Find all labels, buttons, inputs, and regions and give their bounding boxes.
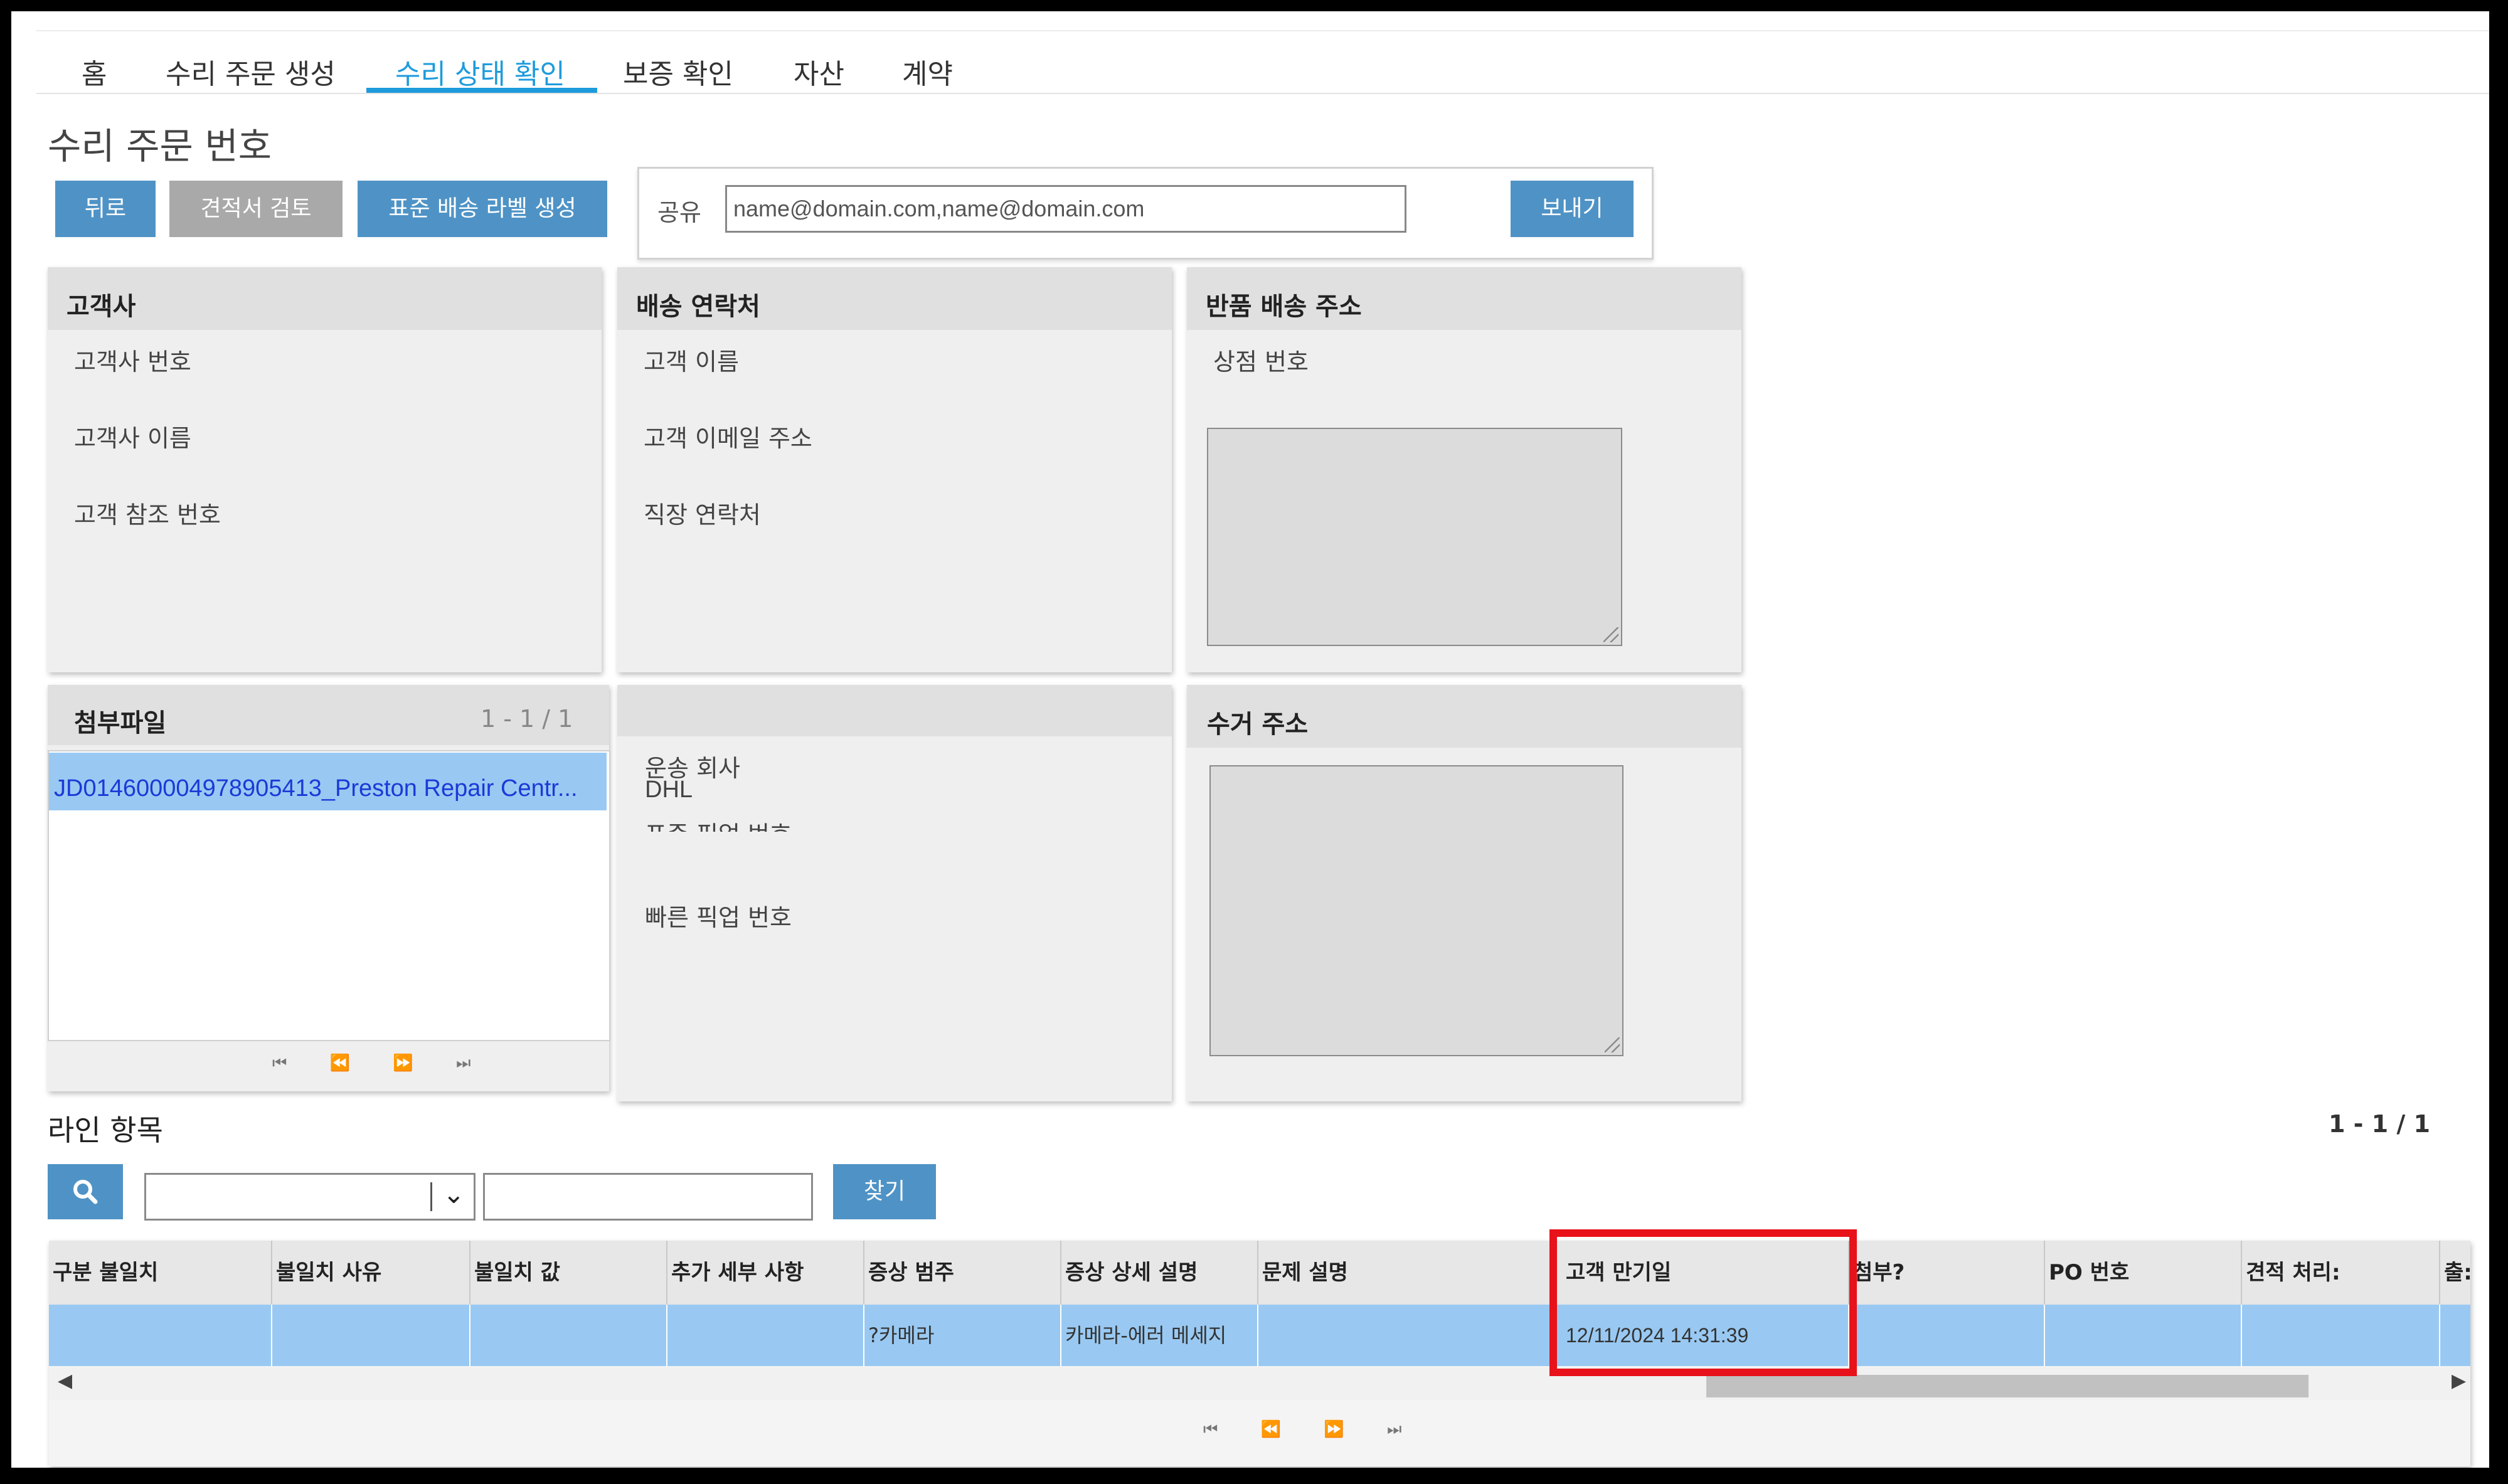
column-header[interactable]: 증상 범주 bbox=[864, 1241, 1061, 1305]
table-cell[interactable] bbox=[1258, 1305, 1553, 1366]
search-icon bbox=[73, 1180, 98, 1204]
return-address-title: 반품 배송 주소 bbox=[1206, 292, 1362, 321]
review-quote-button[interactable]: 견적서 검토 bbox=[169, 181, 343, 237]
column-header[interactable]: 구분 불일치 bbox=[49, 1241, 272, 1305]
pickup-address-title: 수거 주소 bbox=[1207, 710, 1309, 739]
page-title: 수리 주문 번호 bbox=[48, 125, 272, 167]
line-items-pager[interactable]: ⏮ ⏪ ⏩ ⏭ bbox=[1203, 1420, 1420, 1439]
create-shipping-label-button[interactable]: 표준 배송 라벨 생성 bbox=[358, 181, 607, 237]
column-header[interactable]: 불일치 사유 bbox=[272, 1241, 470, 1305]
table-cell[interactable] bbox=[2045, 1305, 2242, 1366]
column-header[interactable]: 문제 설명 bbox=[1258, 1241, 1553, 1305]
return-address-panel: 반품 배송 주소 상점 번호 bbox=[1187, 267, 1741, 672]
send-button[interactable]: 보내기 bbox=[1511, 181, 1634, 237]
share-label: 공유 bbox=[657, 199, 701, 226]
line-items-table: 구분 불일치 불일치 사유 불일치 값 추가 세부 사항 증상 범주 증상 상세… bbox=[49, 1241, 2470, 1466]
find-button[interactable]: 찾기 bbox=[833, 1164, 936, 1219]
pickup-address-textarea[interactable] bbox=[1209, 765, 1623, 1056]
column-header[interactable]: 출: bbox=[2440, 1241, 2470, 1305]
top-divider bbox=[36, 30, 2489, 31]
customer-panel-title: 고객사 bbox=[66, 292, 136, 321]
highlight-box bbox=[1549, 1229, 1857, 1376]
table-cell[interactable] bbox=[667, 1305, 864, 1366]
customer-contact-name-label: 고객 이름 bbox=[644, 348, 739, 376]
app-window: 홈 수리 주문 생성 수리 상태 확인 보증 확인 자산 계약 수리 주문 번호… bbox=[11, 11, 2489, 1468]
customer-name-label: 고객사 이름 bbox=[74, 425, 191, 452]
table-cell[interactable] bbox=[2242, 1305, 2440, 1366]
tab-create-repair-order[interactable]: 수리 주문 생성 bbox=[166, 51, 336, 92]
table-cell[interactable] bbox=[2440, 1305, 2470, 1366]
table-cell[interactable] bbox=[470, 1305, 667, 1366]
attachments-pager[interactable]: ⏮ ⏪ ⏩ ⏭ bbox=[272, 1054, 489, 1073]
search-button[interactable] bbox=[48, 1164, 123, 1219]
customer-email-label: 고객 이메일 주소 bbox=[644, 425, 812, 452]
active-tab-indicator bbox=[366, 88, 597, 93]
nav-divider bbox=[36, 93, 2489, 94]
shipping-contact-panel: 배송 연락처 고객 이름 고객 이메일 주소 직장 연락처 bbox=[617, 267, 1172, 672]
attachment-file-link[interactable]: JD014600004978905413_Preston Repair Cent… bbox=[54, 775, 578, 802]
tab-warranty-check[interactable]: 보증 확인 bbox=[623, 51, 733, 92]
store-number-label: 상점 번호 bbox=[1213, 348, 1309, 376]
tab-home[interactable]: 홈 bbox=[82, 51, 107, 92]
tab-repair-status[interactable]: 수리 상태 확인 bbox=[395, 51, 565, 92]
attachments-title: 첨부파일 bbox=[74, 709, 167, 738]
pickup-address-panel: 수거 주소 bbox=[1187, 685, 1741, 1101]
search-input[interactable] bbox=[483, 1173, 813, 1221]
column-header[interactable]: 추가 세부 사항 bbox=[667, 1241, 864, 1305]
tab-contracts[interactable]: 계약 bbox=[902, 51, 953, 92]
shipping-info-panel: 운송 회사 DHL 표준 픽업 번호 빠른 픽업 번호 bbox=[617, 685, 1172, 1101]
customer-panel: 고객사 고객사 번호 고객사 이름 고객 참조 번호 bbox=[48, 267, 602, 672]
column-header[interactable]: 불일치 값 bbox=[470, 1241, 667, 1305]
filter-field-select[interactable]: ⌄ bbox=[144, 1173, 476, 1221]
column-header[interactable]: PO 번호 bbox=[2045, 1241, 2242, 1305]
return-address-textarea[interactable] bbox=[1207, 428, 1622, 646]
back-button[interactable]: 뒤로 bbox=[55, 181, 156, 237]
carrier-value: DHL bbox=[645, 776, 693, 803]
table-cell[interactable]: ?카메라 bbox=[864, 1305, 1061, 1366]
standard-pickup-label: 표준 픽업 번호 bbox=[645, 815, 896, 832]
column-header[interactable]: 증상 상세 설명 bbox=[1061, 1241, 1258, 1305]
share-email-input[interactable]: name@domain.com,name@domain.com bbox=[725, 185, 1406, 233]
scroll-right-icon[interactable]: ▶ bbox=[2452, 1370, 2466, 1392]
line-items-count: 1 - 1 / 1 bbox=[2329, 1110, 2430, 1138]
horizontal-scrollbar[interactable]: ◀ ▶ bbox=[49, 1367, 2470, 1400]
table-cell[interactable] bbox=[272, 1305, 470, 1366]
work-phone-label: 직장 연락처 bbox=[644, 501, 761, 529]
customer-reference-label: 고객 참조 번호 bbox=[74, 501, 221, 529]
column-header[interactable]: 견적 처리: bbox=[2242, 1241, 2440, 1305]
resize-handle-icon[interactable] bbox=[1603, 627, 1618, 642]
tab-assets[interactable]: 자산 bbox=[794, 51, 844, 92]
column-header[interactable]: 첨부? bbox=[1849, 1241, 2045, 1305]
scroll-left-icon[interactable]: ◀ bbox=[58, 1370, 72, 1392]
customer-number-label: 고객사 번호 bbox=[74, 348, 191, 376]
quick-pickup-label: 빠른 픽업 번호 bbox=[645, 904, 792, 931]
line-items-title: 라인 항목 bbox=[48, 1113, 163, 1147]
scrollbar-thumb[interactable] bbox=[1706, 1375, 2309, 1397]
shipping-contact-title: 배송 연락처 bbox=[636, 292, 760, 321]
chevron-down-icon: ⌄ bbox=[442, 1179, 465, 1209]
attachments-count: 1 - 1 / 1 bbox=[481, 705, 573, 733]
resize-handle-icon[interactable] bbox=[1605, 1037, 1620, 1052]
table-cell[interactable] bbox=[49, 1305, 272, 1366]
table-cell[interactable]: 카메라-에러 메세지 bbox=[1061, 1305, 1258, 1366]
table-cell[interactable] bbox=[1849, 1305, 2045, 1366]
